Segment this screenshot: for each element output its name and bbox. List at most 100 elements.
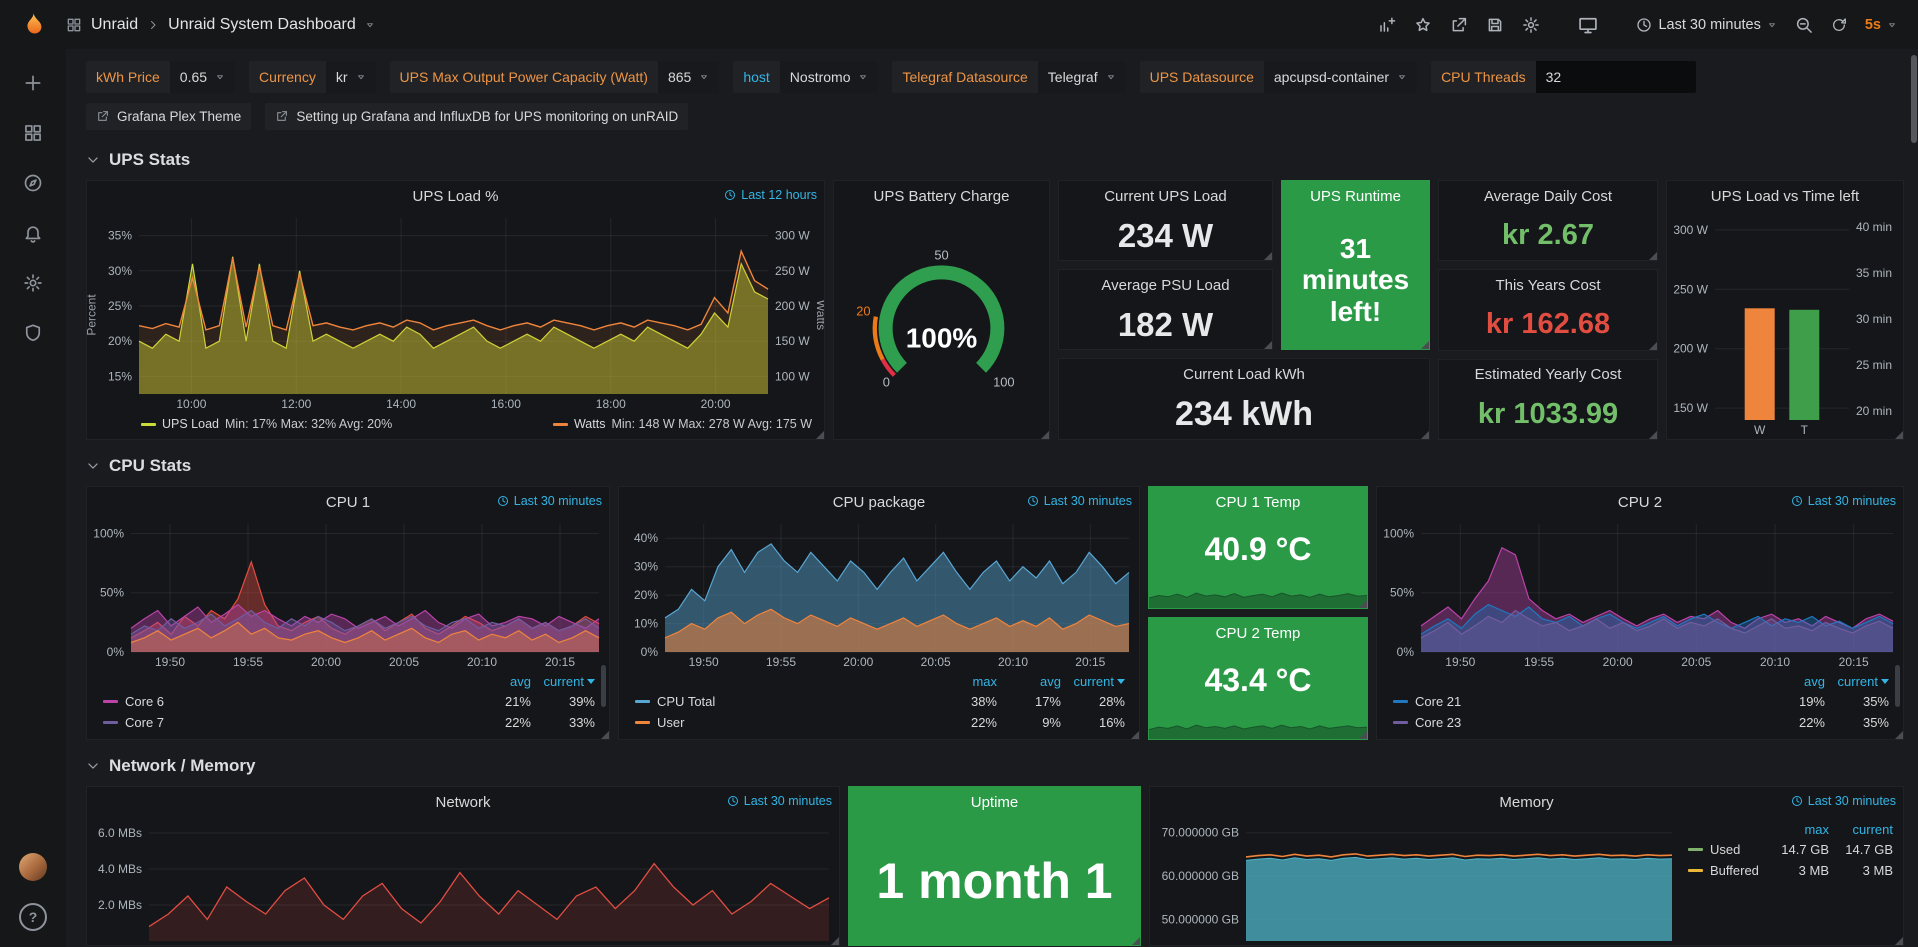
panel-title[interactable]: Uptime	[971, 794, 1019, 811]
time-range-picker[interactable]: Last 30 minutes	[1629, 11, 1783, 39]
refresh-dashboard-button[interactable]	[1824, 11, 1854, 39]
panel-resize-handle[interactable]	[601, 731, 609, 739]
cpu2-chart[interactable]: 0%50%100%19:5019:5520:0020:0520:1020:15	[1377, 517, 1903, 671]
legend-column-avg[interactable]: avg	[1761, 674, 1825, 689]
panel-resize-handle[interactable]	[1041, 431, 1049, 439]
panel-resize-handle[interactable]	[1264, 341, 1272, 349]
legend-scrollbar[interactable]	[1895, 665, 1900, 707]
legend-column-current[interactable]: current	[1829, 822, 1893, 837]
page-scrollbar-thumb[interactable]	[1911, 55, 1917, 143]
panel-resize-handle[interactable]	[1649, 431, 1657, 439]
ups-load-chart[interactable]: 15%20%25%30%35%100 W150 W200 W250 W300 W…	[87, 211, 824, 413]
panel-title[interactable]: Average Daily Cost	[1484, 188, 1612, 205]
panel-title[interactable]: CPU 2 Temp	[1216, 625, 1301, 642]
cpu-threads-input[interactable]	[1536, 61, 1696, 93]
battery-gauge[interactable]: 0 50 100 20 100%	[834, 211, 1049, 439]
page-scrollbar[interactable]	[1910, 49, 1918, 947]
sidebar-item-configuration[interactable]	[23, 273, 43, 293]
share-dashboard-button[interactable]	[1443, 10, 1475, 40]
legend-series[interactable]: Used	[1688, 842, 1765, 857]
section-cpu-stats[interactable]: CPU Stats	[86, 454, 1904, 478]
variable-currency[interactable]: Currency kr	[249, 61, 375, 93]
panel-title[interactable]: UPS Load %	[413, 188, 499, 205]
panel-resize-handle[interactable]	[1131, 731, 1139, 739]
help-button[interactable]: ?	[19, 903, 47, 931]
legend-column-current[interactable]: current	[531, 674, 595, 689]
cpu1-chart[interactable]: 0%50%100%19:5019:5520:0020:0520:1020:15	[87, 517, 609, 671]
section-network-memory[interactable]: Network / Memory	[86, 754, 1904, 778]
cpu-package-chart[interactable]: 0%10%20%30%40%19:5019:5520:0020:0520:102…	[619, 517, 1139, 671]
dashboard-grid-icon[interactable]	[66, 17, 82, 33]
section-ups-stats[interactable]: UPS Stats	[86, 148, 1904, 172]
panel-resize-handle[interactable]	[1421, 431, 1429, 439]
panel-title[interactable]: Memory	[1499, 794, 1553, 811]
panel-resize-handle[interactable]	[1264, 252, 1272, 260]
panel-time-override[interactable]: Last 30 minutes	[1027, 494, 1132, 508]
variable-ups-datasource[interactable]: UPS Datasource apcupsd-container	[1140, 61, 1417, 93]
sidebar-item-server-admin[interactable]	[23, 323, 43, 343]
grafana-logo[interactable]	[0, 11, 66, 39]
breadcrumb-folder[interactable]: Unraid	[91, 16, 138, 34]
dashboard-settings-button[interactable]	[1515, 10, 1547, 40]
cycle-view-mode-button[interactable]	[1571, 9, 1605, 41]
sidebar-item-explore[interactable]	[23, 173, 43, 193]
user-avatar[interactable]	[19, 853, 47, 881]
panel-resize-handle[interactable]	[1895, 431, 1903, 439]
variable-telegraf-datasource[interactable]: Telegraf Datasource Telegraf	[892, 61, 1125, 93]
panel-title[interactable]: UPS Load vs Time left	[1711, 188, 1859, 205]
legend-series-watts[interactable]: Watts Min: 148 W Max: 278 W Avg: 175 W	[553, 417, 812, 431]
legend-column-avg[interactable]: avg	[467, 674, 531, 689]
legend-series[interactable]: Core 7	[103, 715, 467, 730]
panel-title[interactable]: CPU 2	[1618, 494, 1662, 511]
panel-time-override[interactable]: Last 30 minutes	[727, 794, 832, 808]
link-grafana-plex-theme[interactable]: Grafana Plex Theme	[86, 103, 251, 130]
legend-scrollbar[interactable]	[601, 665, 606, 707]
panel-title[interactable]: CPU package	[833, 494, 926, 511]
panel-title[interactable]: This Years Cost	[1495, 277, 1600, 294]
caret-down-icon[interactable]	[365, 20, 375, 30]
panel-resize-handle[interactable]	[1895, 731, 1903, 739]
panel-resize-handle[interactable]	[1132, 937, 1140, 945]
legend-column-max[interactable]: max	[1765, 822, 1829, 837]
legend-column-current[interactable]: current	[1061, 674, 1125, 689]
legend-series-ups-load[interactable]: UPS Load Min: 17% Max: 32% Avg: 20%	[141, 417, 392, 431]
panel-resize-handle[interactable]	[1359, 731, 1367, 739]
breadcrumb-dashboard-title[interactable]: Unraid System Dashboard	[168, 16, 356, 34]
legend-column-avg[interactable]: avg	[997, 674, 1061, 689]
panel-time-override[interactable]: Last 12 hours	[724, 188, 817, 202]
panel-resize-handle[interactable]	[816, 431, 824, 439]
panel-resize-handle[interactable]	[831, 937, 839, 945]
panel-title[interactable]: UPS Battery Charge	[874, 188, 1010, 205]
legend-column-max[interactable]: max	[933, 674, 997, 689]
panel-title[interactable]: UPS Runtime	[1310, 188, 1401, 205]
panel-title[interactable]: Network	[435, 794, 490, 811]
save-dashboard-button[interactable]	[1479, 10, 1511, 40]
star-dashboard-button[interactable]	[1407, 10, 1439, 40]
variable-kwh-price[interactable]: kWh Price 0.65	[86, 61, 235, 93]
legend-series[interactable]: CPU Total	[635, 694, 933, 709]
sidebar-item-alerting[interactable]	[23, 223, 43, 243]
panel-resize-handle[interactable]	[1421, 341, 1429, 349]
panel-title[interactable]: CPU 1	[326, 494, 370, 511]
add-panel-button[interactable]	[1371, 10, 1403, 40]
legend-series[interactable]: Core 21	[1393, 694, 1761, 709]
panel-time-override[interactable]: Last 30 minutes	[1791, 794, 1896, 808]
sidebar-item-dashboards[interactable]	[23, 123, 43, 143]
legend-series[interactable]: User	[635, 715, 933, 730]
panel-title[interactable]: Estimated Yearly Cost	[1475, 366, 1622, 383]
panel-time-override[interactable]: Last 30 minutes	[1791, 494, 1896, 508]
panel-resize-handle[interactable]	[1649, 342, 1657, 350]
panel-title[interactable]: Average PSU Load	[1101, 277, 1229, 294]
memory-chart[interactable]: 50.000000 GB60.000000 GB70.000000 GB	[1150, 817, 1682, 945]
variable-ups-max-output[interactable]: UPS Max Output Power Capacity (Watt) 865	[390, 61, 720, 93]
panel-resize-handle[interactable]	[1359, 600, 1367, 608]
legend-series[interactable]: Core 6	[103, 694, 467, 709]
variable-host[interactable]: host Nostromo	[733, 61, 878, 93]
network-chart[interactable]: 2.0 MBs4.0 MBs6.0 MBs	[87, 817, 839, 945]
panel-title[interactable]: CPU 1 Temp	[1216, 494, 1301, 511]
legend-series[interactable]: Buffered	[1688, 863, 1765, 878]
legend-series[interactable]: Core 23	[1393, 715, 1761, 730]
load-vs-time-bar-chart[interactable]: 150 W200 W250 W300 W20 min25 min30 min35…	[1667, 211, 1903, 439]
link-ups-monitoring-guide[interactable]: Setting up Grafana and InfluxDB for UPS …	[265, 103, 688, 130]
panel-time-override[interactable]: Last 30 minutes	[497, 494, 602, 508]
